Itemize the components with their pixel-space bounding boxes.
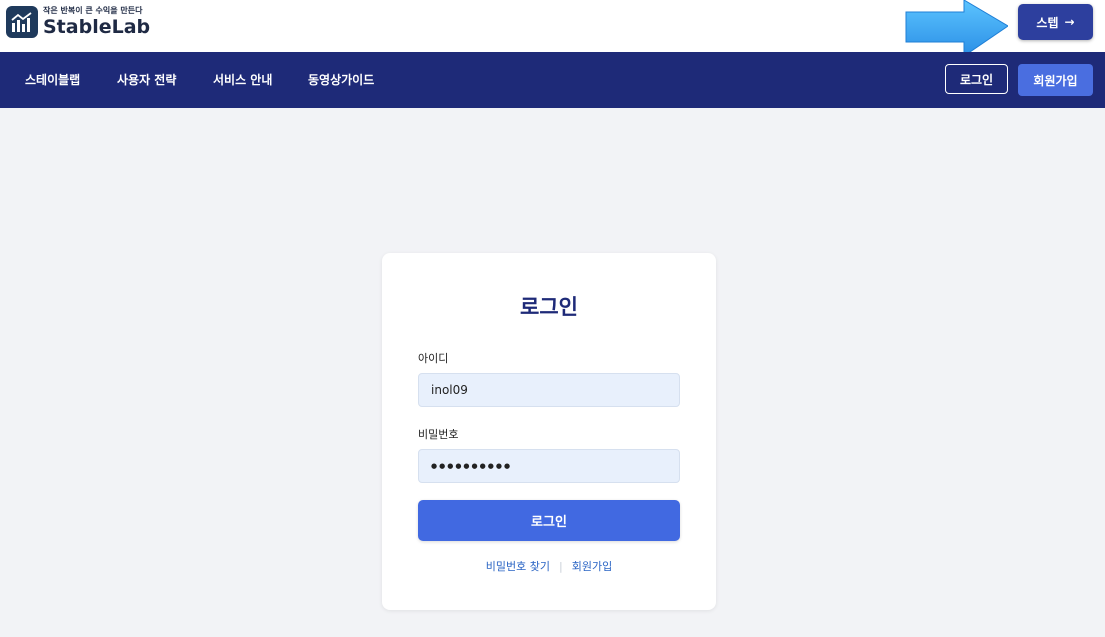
login-submit-button[interactable]: 로그인 xyxy=(418,500,680,541)
step-button[interactable]: 스텝 → xyxy=(1018,4,1093,40)
id-label: 아이디 xyxy=(418,352,449,365)
nav-item-user-strategy[interactable]: 사용자 전략 xyxy=(117,52,176,108)
nav-login-button[interactable]: 로그인 xyxy=(945,64,1008,94)
link-separator: | xyxy=(559,560,563,573)
login-links: 비밀번호 찾기 | 회원가입 xyxy=(382,558,716,574)
id-input[interactable] xyxy=(418,373,680,407)
password-input[interactable]: ●●●●●●●●●● xyxy=(418,449,680,483)
arrow-right-icon: → xyxy=(1064,15,1075,29)
logo-name: StableLab xyxy=(43,16,151,38)
step-button-label: 스텝 xyxy=(1036,15,1059,30)
stablelab-logo-icon xyxy=(6,6,38,38)
nav-signup-button[interactable]: 회원가입 xyxy=(1018,64,1093,96)
nav-item-stablelab[interactable]: 스테이블랩 xyxy=(25,52,80,108)
annotation-arrow-icon xyxy=(905,0,1008,57)
login-title: 로그인 xyxy=(520,295,578,319)
nav-item-video-guide[interactable]: 동영상가이드 xyxy=(308,52,374,108)
top-bar: 작은 반복이 큰 수익을 만든다 StableLab 스텝 → xyxy=(0,0,1105,57)
logo[interactable]: 작은 반복이 큰 수익을 만든다 StableLab xyxy=(6,6,150,38)
nav-item-service-guide[interactable]: 서비스 안내 xyxy=(213,52,272,108)
signup-link[interactable]: 회원가입 xyxy=(572,560,612,573)
login-card: 로그인 아이디 비밀번호 ●●●●●●●●●● 로그인 비밀번호 찾기 | 회원가입 xyxy=(382,253,716,610)
main-nav: 스테이블랩 사용자 전략 서비스 안내 동영상가이드 로그인 회원가입 xyxy=(0,52,1105,108)
password-label: 비밀번호 xyxy=(418,428,459,441)
find-password-link[interactable]: 비밀번호 찾기 xyxy=(486,560,550,573)
logo-tagline: 작은 반복이 큰 수익을 만든다 xyxy=(43,6,143,15)
